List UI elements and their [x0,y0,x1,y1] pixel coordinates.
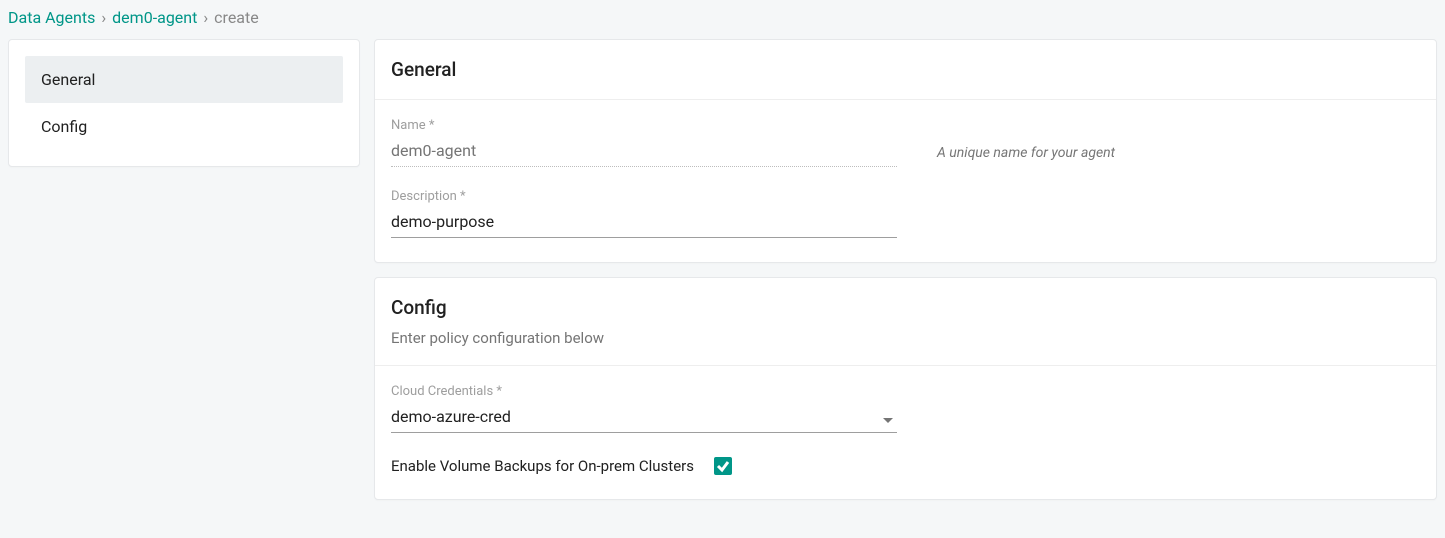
breadcrumb-link-agent[interactable]: dem0-agent [112,8,197,27]
card-header: General [375,40,1436,100]
cloud-credentials-select[interactable]: demo-azure-cred [391,403,897,433]
cloud-credentials-label: Cloud Credentials * [391,384,897,399]
sidebar-item-general[interactable]: General [25,56,343,103]
description-label: Description * [391,189,897,204]
sidebar-item-config[interactable]: Config [25,103,343,150]
name-label: Name * [391,118,897,133]
sidebar-item-label: Config [41,117,87,136]
check-icon [716,459,730,473]
name-input [391,137,897,167]
sidebar: General Config [8,39,360,167]
select-value: demo-azure-cred [391,403,897,433]
enable-backups-checkbox[interactable] [714,457,732,475]
chevron-down-icon [883,418,893,423]
chevron-right-icon: › [101,8,106,27]
sidebar-item-label: General [41,70,95,89]
card-header: Config Enter policy configuration below [375,278,1436,366]
breadcrumb-link-data-agents[interactable]: Data Agents [8,8,95,27]
breadcrumb-current: create [214,8,259,27]
card-subtitle: Enter policy configuration below [391,329,1420,347]
card-title: Config [391,296,1420,319]
enable-backups-label: Enable Volume Backups for On-prem Cluste… [391,457,694,475]
description-input[interactable] [391,208,897,238]
name-help-text: A unique name for your agent [937,145,1115,167]
chevron-right-icon: › [203,8,208,27]
config-card: Config Enter policy configuration below … [374,277,1437,500]
general-card: General Name * A unique name for your ag… [374,39,1437,263]
card-title: General [391,58,1420,81]
breadcrumb: Data Agents › dem0-agent › create [0,0,1445,39]
